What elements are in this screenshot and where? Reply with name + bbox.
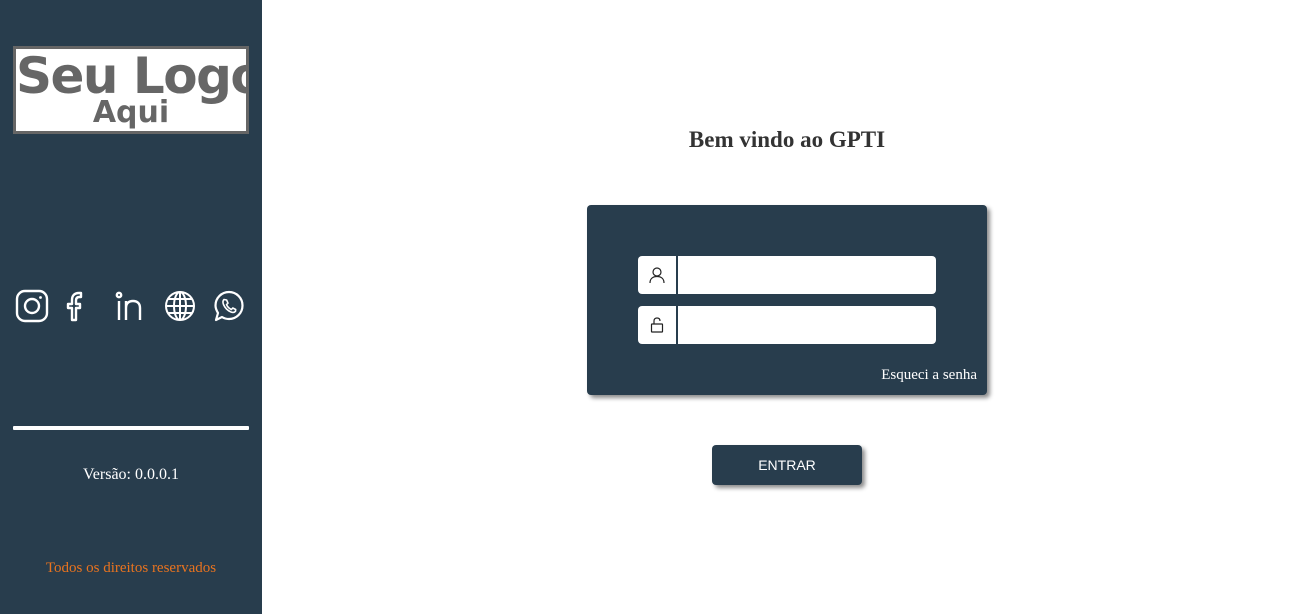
user-icon bbox=[638, 256, 676, 294]
rights-label: Todos os direitos reservados bbox=[45, 560, 217, 576]
instagram-icon[interactable] bbox=[14, 288, 50, 324]
linkedin-icon[interactable] bbox=[112, 288, 148, 324]
enter-button[interactable]: ENTRAR bbox=[712, 445, 862, 485]
username-input[interactable] bbox=[680, 256, 932, 294]
sidebar: Seu Logo Aqui Versão: 0.0.0.1 Todos os d… bbox=[0, 0, 262, 614]
whatsapp-icon[interactable] bbox=[211, 288, 247, 324]
password-input[interactable] bbox=[680, 306, 932, 344]
password-field-group bbox=[638, 306, 936, 344]
login-form: Esqueci a senha bbox=[587, 205, 987, 395]
page-title: Bem vindo ao GPTI bbox=[688, 127, 886, 152]
facebook-icon[interactable] bbox=[58, 288, 94, 324]
sidebar-divider bbox=[13, 426, 249, 430]
page: Seu Logo Aqui Versão: 0.0.0.1 Todos os d… bbox=[0, 0, 1306, 614]
field-separator bbox=[676, 306, 678, 344]
version-label: Versão: 0.0.0.1 bbox=[83, 466, 179, 483]
logo: Seu Logo Aqui bbox=[13, 46, 249, 134]
logo-line-1: Seu Logo bbox=[16, 47, 249, 105]
social-links bbox=[14, 288, 254, 324]
globe-icon[interactable] bbox=[162, 288, 198, 324]
username-field-group bbox=[638, 256, 936, 294]
lock-icon bbox=[638, 306, 676, 344]
field-separator bbox=[676, 256, 678, 294]
forgot-password-link[interactable]: Esqueci a senha bbox=[881, 367, 977, 384]
